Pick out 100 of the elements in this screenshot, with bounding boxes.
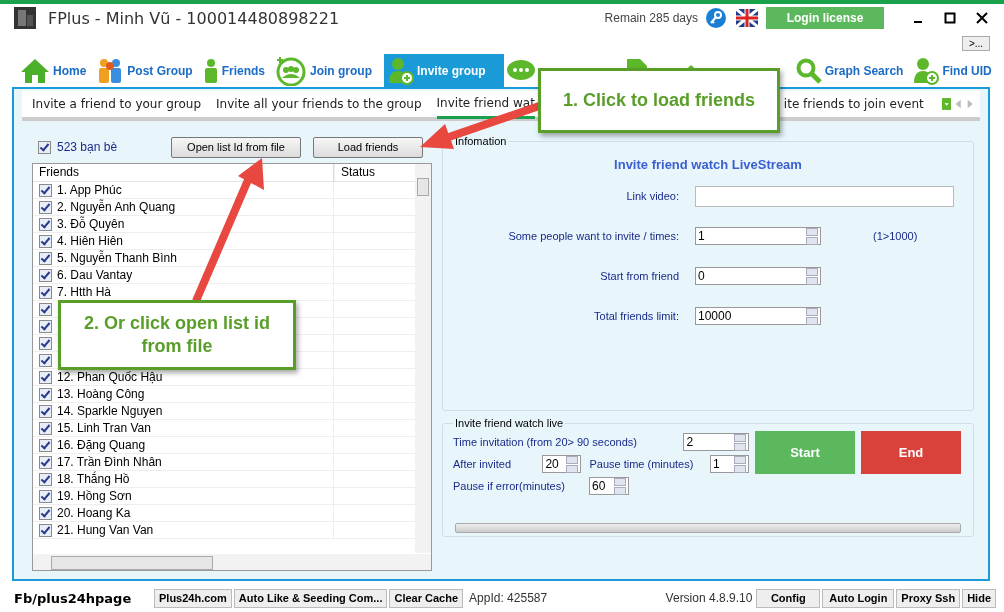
field-label: Total friends limit: bbox=[593, 310, 680, 322]
remaining-days: Remain 285 days bbox=[604, 11, 698, 25]
key-icon[interactable] bbox=[706, 8, 726, 28]
friend-name: 4. Hiên Hiên bbox=[57, 234, 124, 248]
number-field[interactable]: 60 bbox=[589, 477, 629, 495]
checkbox[interactable] bbox=[39, 404, 52, 418]
friend-name: 19. Hồng Sơn bbox=[57, 489, 132, 503]
nav-tab[interactable]: Join group bbox=[273, 54, 381, 87]
checkbox[interactable] bbox=[39, 523, 52, 537]
more-button[interactable]: >... bbox=[962, 36, 990, 51]
window-title: FPlus - Minh Vũ - 100014480898221 bbox=[48, 8, 340, 28]
add-person-icon bbox=[913, 56, 940, 85]
number-field[interactable]: 1 bbox=[695, 227, 821, 245]
number-field[interactable]: 2 bbox=[683, 433, 749, 451]
friend-name: 13. Hoàng Công bbox=[57, 387, 145, 401]
friend-name: 15. Linh Tran Van bbox=[57, 421, 151, 435]
checkbox[interactable] bbox=[39, 183, 52, 197]
close-icon[interactable] bbox=[976, 12, 988, 24]
nav-tab[interactable]: Graph Search bbox=[793, 54, 912, 87]
status-button[interactable]: Plus24h.com bbox=[154, 588, 232, 608]
open-file-button[interactable]: Open list Id from file bbox=[171, 136, 301, 158]
version-label: Version 4.8.9.10 bbox=[665, 591, 753, 605]
number-field[interactable]: 10000 bbox=[695, 307, 821, 325]
friend-name: 16. Đặng Quang bbox=[57, 438, 146, 452]
friend-name: 17. Trần Đình Nhân bbox=[57, 455, 162, 469]
app-icon bbox=[14, 7, 36, 29]
number-field[interactable]: 1 bbox=[710, 455, 749, 473]
checkbox[interactable] bbox=[39, 438, 52, 452]
friend-name: 5. Nguyễn Thanh Bình bbox=[57, 251, 177, 265]
checkbox[interactable] bbox=[39, 302, 52, 316]
section-heading: Invite friend watch LiveStream bbox=[613, 157, 803, 172]
checkbox[interactable] bbox=[39, 387, 52, 401]
field-label: Some people want to invite / times: bbox=[507, 230, 680, 242]
number-field[interactable]: 20 bbox=[542, 455, 582, 473]
nav-tab[interactable]: Find UID bbox=[911, 54, 1000, 87]
app-id: AppId: 425587 bbox=[469, 591, 548, 605]
sub-tab[interactable]: Invite all your friends to the group bbox=[216, 91, 422, 117]
checkbox[interactable] bbox=[39, 506, 52, 520]
checkbox[interactable] bbox=[39, 353, 52, 367]
field-label: After invited bbox=[453, 458, 513, 470]
nav-tab[interactable]: Friends bbox=[200, 54, 274, 87]
page-link[interactable]: Fb/plus24hpage bbox=[14, 590, 152, 606]
friend-name: 20. Hoang Ka bbox=[57, 506, 131, 520]
person-icon bbox=[202, 57, 219, 84]
range-hint: (1>1000) bbox=[873, 230, 918, 242]
checkbox[interactable] bbox=[39, 455, 52, 469]
group-title: Invite friend watch live bbox=[454, 417, 565, 429]
friend-name: 2. Nguyễn Anh Quang bbox=[57, 200, 176, 214]
sub-tab[interactable]: ite friends to join event bbox=[783, 91, 924, 117]
number-field[interactable]: 0 bbox=[695, 267, 821, 285]
callout-tooltip: 1. Click to load friends bbox=[538, 68, 780, 133]
field-label: Pause if error(minutes) bbox=[453, 480, 566, 492]
checkbox[interactable] bbox=[39, 472, 52, 486]
friend-name: 3. Đỗ Quyên bbox=[57, 217, 125, 231]
chat-icon bbox=[505, 58, 536, 83]
friend-count: 523 bạn bè bbox=[57, 140, 119, 154]
status-button[interactable]: Proxy Ssh bbox=[896, 588, 961, 608]
status-button[interactable]: Clear Cache bbox=[389, 588, 464, 608]
flag-icon[interactable] bbox=[736, 9, 758, 27]
status-button[interactable]: Auto Like & Seeding Com... bbox=[233, 588, 388, 608]
friend-name: 14. Sparkle Nguyen bbox=[57, 404, 163, 418]
checkbox[interactable] bbox=[39, 285, 52, 299]
friend-name: 18. Thắng Hồ bbox=[57, 472, 130, 486]
search-icon bbox=[795, 57, 822, 84]
status-button[interactable]: Auto Login bbox=[822, 588, 895, 608]
checkbox[interactable] bbox=[39, 234, 52, 248]
checkbox[interactable] bbox=[39, 268, 52, 282]
checkbox[interactable] bbox=[39, 251, 52, 265]
link-video-field[interactable] bbox=[695, 185, 954, 207]
field-label: Pause time (minutes) bbox=[589, 458, 695, 470]
friend-name: 12. Phan Quốc Hậu bbox=[57, 370, 163, 384]
checkbox[interactable] bbox=[39, 200, 52, 214]
end-button[interactable]: End bbox=[861, 431, 961, 474]
nav-tab[interactable]: Post Group bbox=[94, 54, 201, 87]
nav-tab[interactable]: Home bbox=[18, 54, 95, 87]
friend-name: 21. Hung Van Van bbox=[57, 523, 154, 537]
status-button[interactable]: Config bbox=[756, 588, 821, 608]
add-person-icon bbox=[388, 56, 415, 85]
checkbox[interactable] bbox=[39, 489, 52, 503]
field-label: Link video: bbox=[625, 190, 680, 202]
status-button[interactable]: Hide bbox=[962, 588, 996, 608]
friend-name: 7. Htth Hà bbox=[57, 285, 112, 299]
callout-tooltip: 2. Or click open list id from file bbox=[58, 300, 296, 370]
checkbox[interactable] bbox=[38, 140, 51, 154]
group-title: Infomation bbox=[454, 135, 508, 147]
horizontal-scrollbar[interactable] bbox=[33, 554, 431, 570]
field-label: Start from friend bbox=[599, 270, 680, 282]
checkbox[interactable] bbox=[39, 370, 52, 384]
vertical-scrollbar[interactable] bbox=[415, 164, 431, 553]
friend-name: 6. Dau Vantay bbox=[57, 268, 133, 282]
field-label: Time invitation (from 20> 90 seconds) bbox=[453, 436, 638, 448]
friend-name: 1. App Phúc bbox=[57, 183, 122, 197]
checkbox[interactable] bbox=[39, 336, 52, 350]
checkbox[interactable] bbox=[39, 217, 52, 231]
checkbox[interactable] bbox=[39, 421, 52, 435]
load-friends-button[interactable]: Load friends bbox=[313, 136, 423, 158]
house-icon bbox=[20, 57, 50, 84]
sub-tab[interactable]: Invite a friend to your group bbox=[32, 91, 202, 117]
checkbox[interactable] bbox=[39, 319, 52, 333]
maximize-icon[interactable] bbox=[944, 12, 956, 24]
